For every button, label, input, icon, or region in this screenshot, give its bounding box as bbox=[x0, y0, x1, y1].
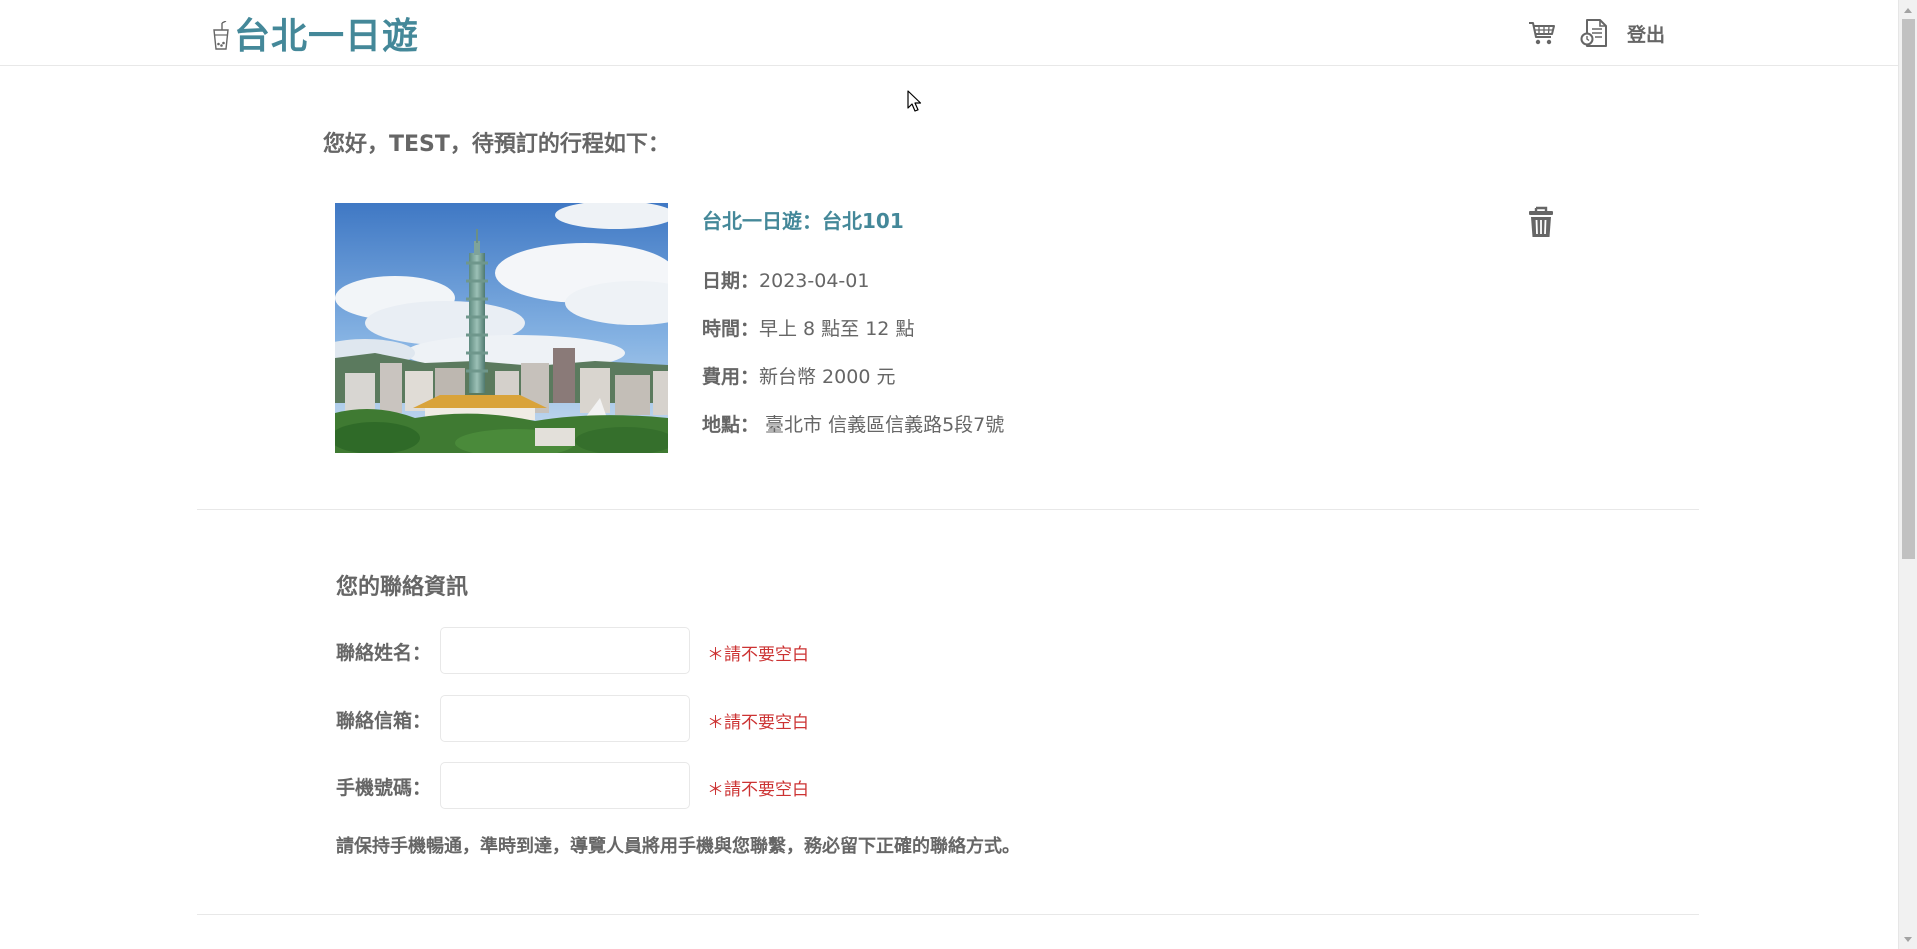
booking-fee: 費用：新台幣 2000 元 bbox=[702, 362, 895, 389]
top-nav: 台北一日遊 登出 bbox=[0, 0, 1898, 66]
time-value: 早上 8 點至 12 點 bbox=[759, 318, 915, 340]
contact-notice: 請保持手機暢通，準時到達，導覽人員將用手機與您聯繫，務必留下正確的聯絡方式。 bbox=[336, 836, 1020, 857]
scroll-down-arrow-icon[interactable] bbox=[1899, 931, 1917, 948]
booking-date: 日期：2023-04-01 bbox=[702, 266, 869, 293]
contact-name-input[interactable] bbox=[440, 627, 690, 674]
booking-history-button[interactable] bbox=[1577, 16, 1611, 50]
attraction-photo bbox=[335, 203, 668, 453]
section-divider bbox=[197, 509, 1699, 510]
drink-cup-icon bbox=[213, 21, 229, 50]
booking-document-icon bbox=[1580, 19, 1607, 47]
phone-label: 手機號碼： bbox=[336, 777, 432, 799]
taipei-101-image bbox=[335, 203, 668, 453]
booking-title: 台北一日遊：台北101 bbox=[702, 209, 904, 233]
cart-icon bbox=[1529, 22, 1555, 45]
section-divider-bottom bbox=[197, 914, 1699, 915]
contact-email-input[interactable] bbox=[440, 695, 690, 742]
phone-required-warning: ＊請不要空白 bbox=[707, 780, 809, 800]
scroll-up-arrow-icon[interactable] bbox=[1899, 1, 1917, 18]
booking-address: 地點： 臺北市 信義區信義路5段7號 bbox=[702, 410, 1004, 437]
fee-label: 費用： bbox=[702, 366, 760, 388]
trash-icon bbox=[1529, 206, 1553, 237]
name-required-warning: ＊請不要空白 bbox=[707, 645, 809, 665]
mouse-cursor-icon bbox=[907, 90, 922, 112]
nav-actions: 登出 bbox=[1525, 16, 1665, 50]
date-value: 2023-04-01 bbox=[759, 270, 870, 292]
booking-time: 時間：早上 8 點至 12 點 bbox=[702, 314, 914, 341]
name-label: 聯絡姓名： bbox=[336, 642, 432, 664]
fee-value: 新台幣 2000 元 bbox=[759, 366, 896, 388]
address-value: 臺北市 信義區信義路5段7號 bbox=[759, 414, 1005, 436]
email-required-warning: ＊請不要空白 bbox=[707, 713, 809, 733]
contact-phone-input[interactable] bbox=[440, 762, 690, 809]
delete-booking-button[interactable] bbox=[1526, 205, 1556, 239]
page: 台北一日遊 登出 您好，TEST，待預訂的行程如下： 台北一日遊：台北101 日… bbox=[0, 0, 1898, 949]
logout-button[interactable]: 登出 bbox=[1627, 20, 1665, 47]
date-label: 日期： bbox=[702, 270, 760, 292]
address-label: 地點： bbox=[702, 414, 760, 436]
logo-text: 台北一日遊 bbox=[234, 16, 420, 57]
email-label: 聯絡信箱： bbox=[336, 710, 432, 732]
cart-button[interactable] bbox=[1525, 16, 1559, 50]
scrollbar-thumb[interactable] bbox=[1902, 19, 1915, 559]
vertical-scrollbar[interactable] bbox=[1898, 0, 1917, 949]
contact-section-title: 您的聯絡資訊 bbox=[336, 575, 469, 600]
time-label: 時間： bbox=[702, 318, 760, 340]
greeting-heading: 您好，TEST，待預訂的行程如下： bbox=[323, 132, 670, 157]
site-logo[interactable]: 台北一日遊 bbox=[210, 10, 420, 57]
